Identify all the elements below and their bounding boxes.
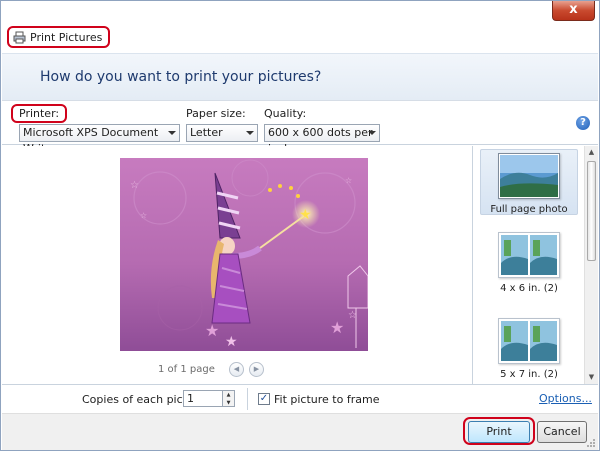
scroll-down-arrow-icon[interactable]: ▼: [585, 371, 598, 384]
spinner-down-icon[interactable]: ▼: [223, 399, 234, 407]
layout-label: Full page photo: [490, 204, 568, 215]
portrait-thumbnail: [501, 321, 528, 361]
title-bar: x Print Pictures: [1, 1, 599, 53]
fit-picture-checkbox[interactable]: ✓: [258, 393, 270, 405]
options-link[interactable]: Options...: [539, 392, 592, 405]
dialog-footer: Print Cancel: [2, 413, 598, 450]
page-count: 1 of 1 page: [158, 364, 215, 375]
help-icon[interactable]: ?: [576, 116, 590, 130]
print-button[interactable]: Print: [468, 421, 530, 443]
svg-text:☆: ☆: [130, 180, 139, 191]
previous-page-button[interactable]: ◀: [229, 362, 244, 377]
resize-grip-icon[interactable]: [586, 438, 596, 448]
svg-text:★: ★: [330, 318, 344, 337]
divider: [247, 388, 248, 410]
paper-size-select[interactable]: Letter: [186, 124, 258, 142]
landscape-thumbnail: [500, 155, 558, 197]
copies-input[interactable]: 1: [183, 390, 223, 407]
paper-size-label: Paper size:: [186, 107, 246, 120]
chevron-down-icon: [246, 131, 254, 135]
portrait-thumbnail: [501, 235, 528, 275]
layout-scrollbar[interactable]: ▲ ▼: [584, 146, 598, 384]
chevron-down-icon: [168, 131, 176, 135]
printer-icon: [13, 31, 26, 44]
layout-thumbnail: [498, 153, 560, 199]
layout-thumbnail: [498, 232, 560, 278]
next-page-button[interactable]: ▶: [249, 362, 264, 377]
print-question: How do you want to print your pictures?: [40, 69, 322, 85]
portrait-thumbnail: [530, 235, 557, 275]
layout-item-5x7[interactable]: 5 x 7 in. (2): [480, 318, 578, 384]
header-banner: How do you want to print your pictures?: [2, 53, 598, 101]
layout-label: 4 x 6 in. (2): [500, 283, 558, 294]
cancel-button[interactable]: Cancel: [537, 421, 587, 443]
window-title: Print Pictures: [7, 26, 111, 48]
print-pictures-window: x Print Pictures How do you want to prin…: [0, 0, 600, 451]
quality-label: Quality:: [264, 107, 307, 120]
layout-thumbnail: [498, 318, 560, 364]
preview-pane: ☆ ☆ ☆ ★ ★ ★ ★ ☆ 1 of 1 page ◀ ▶: [2, 146, 473, 384]
printer-label: Printer:: [11, 104, 68, 123]
fairy-illustration: ☆ ☆ ☆ ★ ★ ★ ★ ☆: [130, 159, 368, 350]
scroll-thumb[interactable]: [587, 161, 596, 261]
spinner-up-icon[interactable]: ▲: [223, 391, 234, 399]
scroll-up-arrow-icon[interactable]: ▲: [585, 146, 598, 159]
svg-text:★: ★: [225, 334, 238, 350]
svg-text:☆: ☆: [345, 176, 352, 185]
photo-preview: ☆ ☆ ☆ ★ ★ ★ ★ ☆: [120, 158, 368, 351]
chevron-down-icon: [368, 131, 376, 135]
layout-item-4x6[interactable]: 4 x 6 in. (2): [480, 232, 578, 302]
printer-select[interactable]: Microsoft XPS Document Writer: [19, 124, 180, 155]
layout-list: Full page photo 4 x 6 in. (2) 5 x 7 in. …: [474, 146, 584, 384]
svg-text:★: ★: [205, 321, 219, 340]
window-title-text: Print Pictures: [30, 30, 103, 44]
layout-label: 5 x 7 in. (2): [500, 369, 558, 380]
copies-spinner[interactable]: ▲ ▼: [223, 390, 235, 407]
svg-text:☆: ☆: [140, 211, 147, 220]
layout-item-full-page[interactable]: Full page photo: [480, 149, 578, 215]
paper-size-value: Letter: [190, 126, 223, 139]
portrait-thumbnail: [530, 321, 557, 361]
fit-picture-label[interactable]: Fit picture to frame: [274, 393, 379, 406]
print-options-row: Printer: Microsoft XPS Document Writer P…: [2, 101, 598, 155]
svg-text:★: ★: [299, 207, 312, 223]
close-button[interactable]: x: [552, 1, 595, 21]
copies-row: Copies of each picture: 1 ▲ ▼ ✓ Fit pict…: [2, 384, 598, 412]
quality-select[interactable]: 600 x 600 dots per inch: [264, 124, 380, 155]
